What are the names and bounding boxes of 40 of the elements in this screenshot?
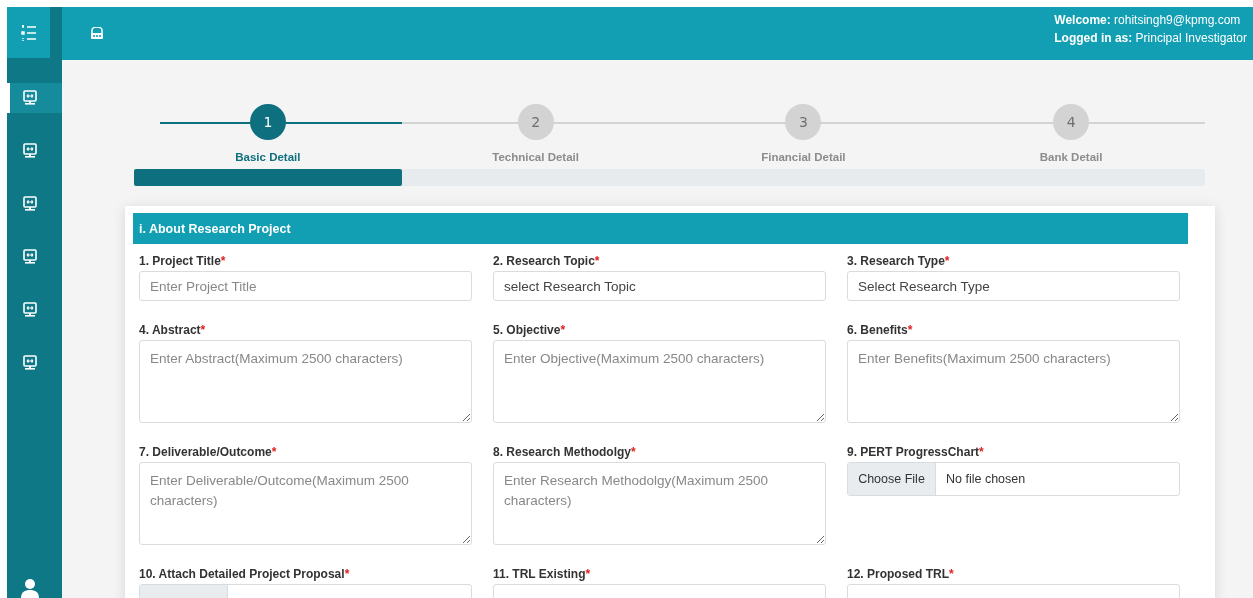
select-field[interactable]: Select Research Type <box>847 271 1180 301</box>
monitor-icon <box>21 355 38 371</box>
text-area[interactable]: Enter Research Methodolgy(Maximum 2500 characters) <box>493 462 826 545</box>
step-label: Financial Detail <box>761 151 846 163</box>
step-circle[interactable]: 1 <box>249 104 286 140</box>
field-label: 11. TRL Existing* <box>493 567 592 581</box>
monitor-icon <box>21 302 38 318</box>
basket-icon[interactable] <box>90 26 104 41</box>
welcome-text: Welcome: rohitsingh9@kpmg.com <box>1054 11 1241 29</box>
file-field[interactable]: Choose File No file chosen <box>847 462 1180 496</box>
field-label: 3. Research Type* <box>847 254 951 268</box>
monitor-icon <box>21 249 38 265</box>
nav-item[interactable] <box>7 83 62 113</box>
monitor-icon <box>21 143 38 159</box>
text-area[interactable]: Enter Abstract(Maximum 2500 characters) <box>139 340 472 423</box>
step-label: Technical Detail <box>492 151 579 163</box>
field-label: 2. Research Topic* <box>493 254 601 268</box>
field-label: 12. Proposed TRL* <box>847 567 955 581</box>
field-label: 4. Abstract* <box>139 323 207 337</box>
field-label: 7. Deliverable/Outcome* <box>139 445 278 459</box>
field-label: 5. Objective* <box>493 323 567 337</box>
input-field[interactable]: Enter Project Title <box>139 271 472 301</box>
user-icon[interactable] <box>19 578 40 598</box>
field-label: 6. Benefits* <box>847 323 914 337</box>
text-area[interactable]: Enter Benefits(Maximum 2500 characters) <box>847 340 1180 423</box>
field-label: 1. Project Title* <box>139 254 227 268</box>
field-label: 9. PERT ProgressChart* <box>847 445 985 459</box>
step-label: Bank Detail <box>1039 151 1103 163</box>
select-field[interactable]: select Research Topic <box>493 271 826 301</box>
role-text: Logged in as: Principal Investigator <box>1054 29 1247 47</box>
monitor-icon <box>21 90 38 106</box>
field-label: 8. Research Methodolgy* <box>493 445 637 459</box>
list-icon[interactable] <box>7 7 50 58</box>
step-label: Basic Detail <box>235 151 301 163</box>
monitor-icon <box>21 196 38 212</box>
text-area[interactable]: Enter Deliverable/Outcome(Maximum 2500 characters) <box>139 462 472 545</box>
section-title: i. About Research Project <box>133 213 1188 244</box>
field-label: 10. Attach Detailed Project Proposal* <box>139 567 351 581</box>
choose-file-button[interactable]: Choose File <box>848 463 936 495</box>
text-area[interactable]: Enter Objective(Maximum 2500 characters) <box>493 340 826 423</box>
